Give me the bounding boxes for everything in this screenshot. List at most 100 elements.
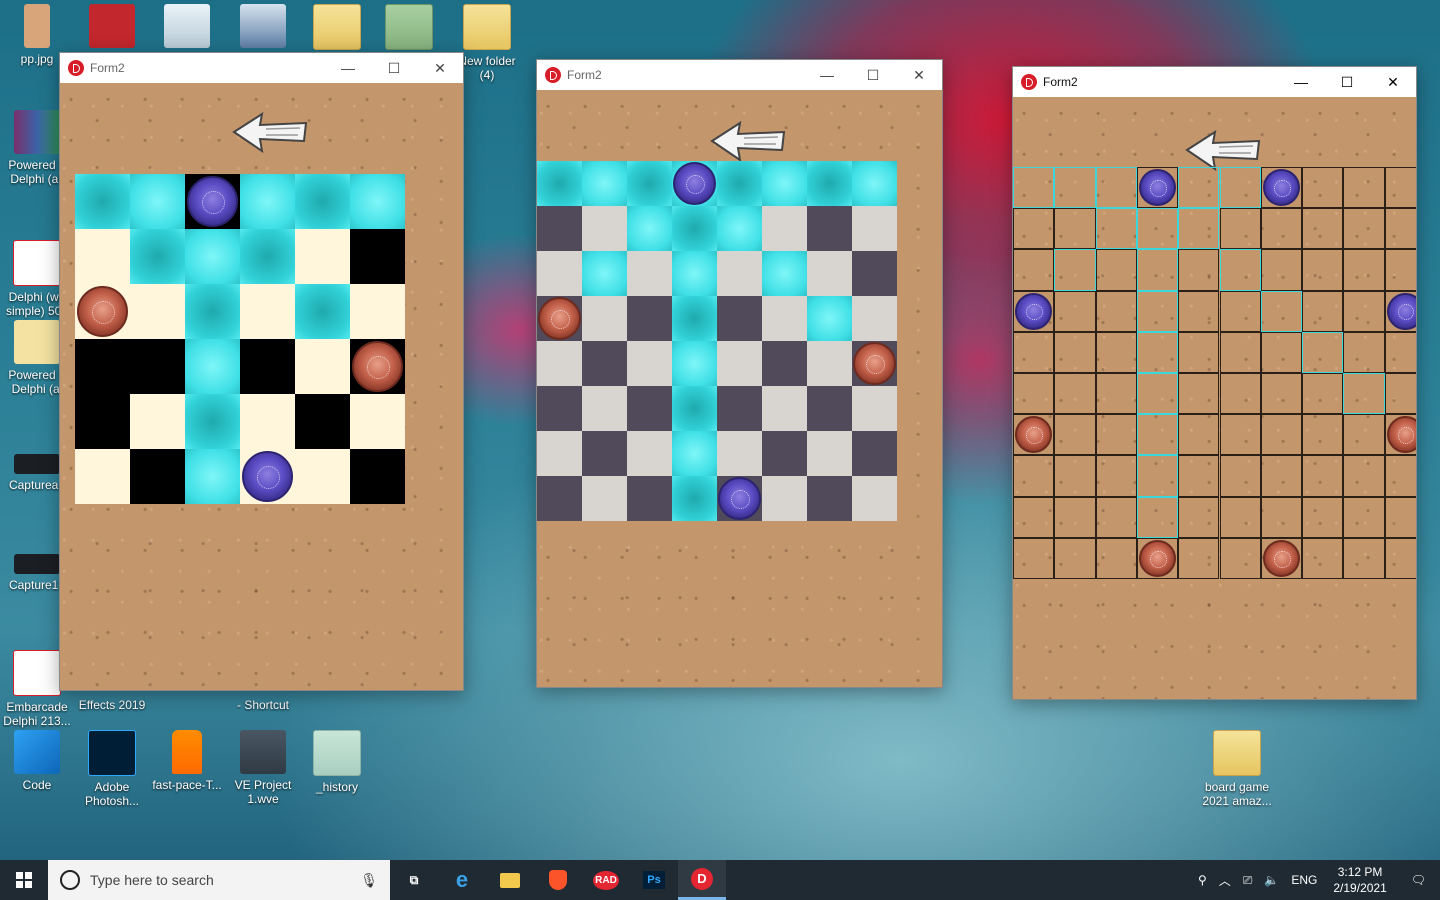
desktop-icon[interactable]: Code <box>0 730 74 792</box>
board-cell[interactable] <box>1095 208 1137 250</box>
blue-game-piece[interactable] <box>1262 169 1300 206</box>
search-input[interactable]: Type here to search <box>90 872 360 888</box>
board-cell[interactable] <box>672 476 717 521</box>
board-cell[interactable] <box>627 161 672 206</box>
board-cell[interactable] <box>807 476 852 521</box>
photoshop-taskbar-icon[interactable]: Ps <box>630 860 678 900</box>
board-cell[interactable] <box>807 431 852 476</box>
board-cell[interactable] <box>717 251 762 296</box>
board-cell[interactable] <box>350 394 405 449</box>
minimize-button[interactable]: — <box>1278 67 1324 97</box>
chevron-up-icon[interactable]: ︿ <box>1213 872 1237 889</box>
board-cell[interactable] <box>185 284 240 339</box>
board-cell[interactable] <box>717 431 762 476</box>
maximize-button[interactable]: ☐ <box>850 60 896 90</box>
board-cell[interactable] <box>1054 208 1096 250</box>
board-cell[interactable] <box>295 339 350 394</box>
board-cell[interactable] <box>762 431 807 476</box>
blue-game-piece[interactable] <box>718 477 761 520</box>
board-cell[interactable] <box>1384 373 1416 415</box>
board-cell[interactable] <box>350 449 405 504</box>
board-cell[interactable] <box>1343 249 1385 291</box>
board-cell[interactable] <box>627 341 672 386</box>
board-cell[interactable] <box>1384 167 1416 209</box>
board-cell[interactable] <box>75 394 130 449</box>
board-cell[interactable] <box>762 251 807 296</box>
board-cell[interactable] <box>1343 290 1385 332</box>
board-cell[interactable] <box>852 251 897 296</box>
board-cell[interactable] <box>295 449 350 504</box>
game-board-6x6[interactable] <box>75 174 405 504</box>
back-arrow-icon[interactable] <box>232 111 308 153</box>
board-cell[interactable] <box>762 386 807 431</box>
board-cell[interactable] <box>582 251 627 296</box>
board-cell[interactable] <box>582 296 627 341</box>
board-cell[interactable] <box>1054 290 1096 332</box>
board-cell[interactable] <box>537 476 582 521</box>
volume-icon[interactable]: 🔈 <box>1258 873 1285 887</box>
board-cell[interactable] <box>1219 290 1261 332</box>
board-cell[interactable] <box>1013 208 1055 250</box>
board-cell[interactable] <box>240 174 295 229</box>
board-cell[interactable] <box>240 394 295 449</box>
board-cell[interactable] <box>762 296 807 341</box>
board-cell[interactable] <box>1384 496 1416 538</box>
form2-window-large[interactable]: Form2 — ☐ ✕ <box>1012 66 1417 700</box>
board-cell[interactable] <box>1178 290 1220 332</box>
board-cell[interactable] <box>1136 455 1179 497</box>
back-arrow-icon[interactable] <box>710 120 786 162</box>
board-cell[interactable] <box>1219 537 1261 579</box>
board-cell[interactable] <box>537 431 582 476</box>
board-cell[interactable] <box>582 341 627 386</box>
red-game-piece[interactable] <box>1138 539 1176 577</box>
board-cell[interactable] <box>1343 455 1385 497</box>
clock[interactable]: 3:12 PM 2/19/2021 <box>1323 864 1396 896</box>
form2-window-medium[interactable]: Form2 — ☐ ✕ <box>536 59 943 688</box>
board-cell[interactable] <box>1260 290 1303 332</box>
blue-game-piece[interactable] <box>1386 292 1416 330</box>
game-board-8x8[interactable] <box>537 161 898 521</box>
red-game-piece[interactable] <box>1262 539 1300 577</box>
board-cell[interactable] <box>1095 537 1137 579</box>
board-cell[interactable] <box>1095 496 1137 538</box>
board-cell[interactable] <box>240 229 295 284</box>
board-cell[interactable] <box>1219 455 1261 497</box>
board-cell[interactable] <box>1343 496 1385 538</box>
board-cell[interactable] <box>75 339 130 394</box>
brave-icon[interactable] <box>534 860 582 900</box>
desktop-icon[interactable] <box>75 4 149 52</box>
board-cell[interactable] <box>1136 373 1179 415</box>
board-cell[interactable] <box>1136 249 1179 291</box>
board-cell[interactable] <box>672 341 717 386</box>
board-cell[interactable] <box>1219 208 1261 250</box>
red-game-piece[interactable] <box>1015 416 1052 454</box>
board-cell[interactable] <box>1136 414 1179 456</box>
board-cell[interactable] <box>1302 455 1344 497</box>
network-icon[interactable]: ⎚ <box>1237 873 1259 888</box>
red-game-piece[interactable] <box>77 286 128 337</box>
desktop-icon[interactable]: board game 2021 amaz... <box>1200 730 1274 808</box>
board-cell[interactable] <box>1219 414 1261 456</box>
board-cell[interactable] <box>1178 331 1220 373</box>
board-cell[interactable] <box>1013 249 1055 291</box>
board-cell[interactable] <box>1302 167 1344 209</box>
board-cell[interactable] <box>1260 331 1303 373</box>
close-button[interactable]: ✕ <box>417 53 463 83</box>
board-cell[interactable] <box>717 341 762 386</box>
desktop-icon[interactable] <box>226 4 300 52</box>
board-cell[interactable] <box>240 284 295 339</box>
board-cell[interactable] <box>1384 331 1416 373</box>
board-cell[interactable] <box>672 431 717 476</box>
board-cell[interactable] <box>537 161 582 206</box>
board-cell[interactable] <box>130 394 185 449</box>
form2-window-small[interactable]: Form2 — ☐ ✕ <box>59 52 464 691</box>
title-bar[interactable]: Form2 — ☐ ✕ <box>1013 67 1416 97</box>
board-cell[interactable] <box>1384 455 1416 497</box>
board-cell[interactable] <box>1095 373 1137 415</box>
board-cell[interactable] <box>75 229 130 284</box>
desktop-icon[interactable] <box>372 4 446 54</box>
board-cell[interactable] <box>582 206 627 251</box>
board-cell[interactable] <box>717 296 762 341</box>
board-cell[interactable] <box>717 161 762 206</box>
minimize-button[interactable]: — <box>804 60 850 90</box>
